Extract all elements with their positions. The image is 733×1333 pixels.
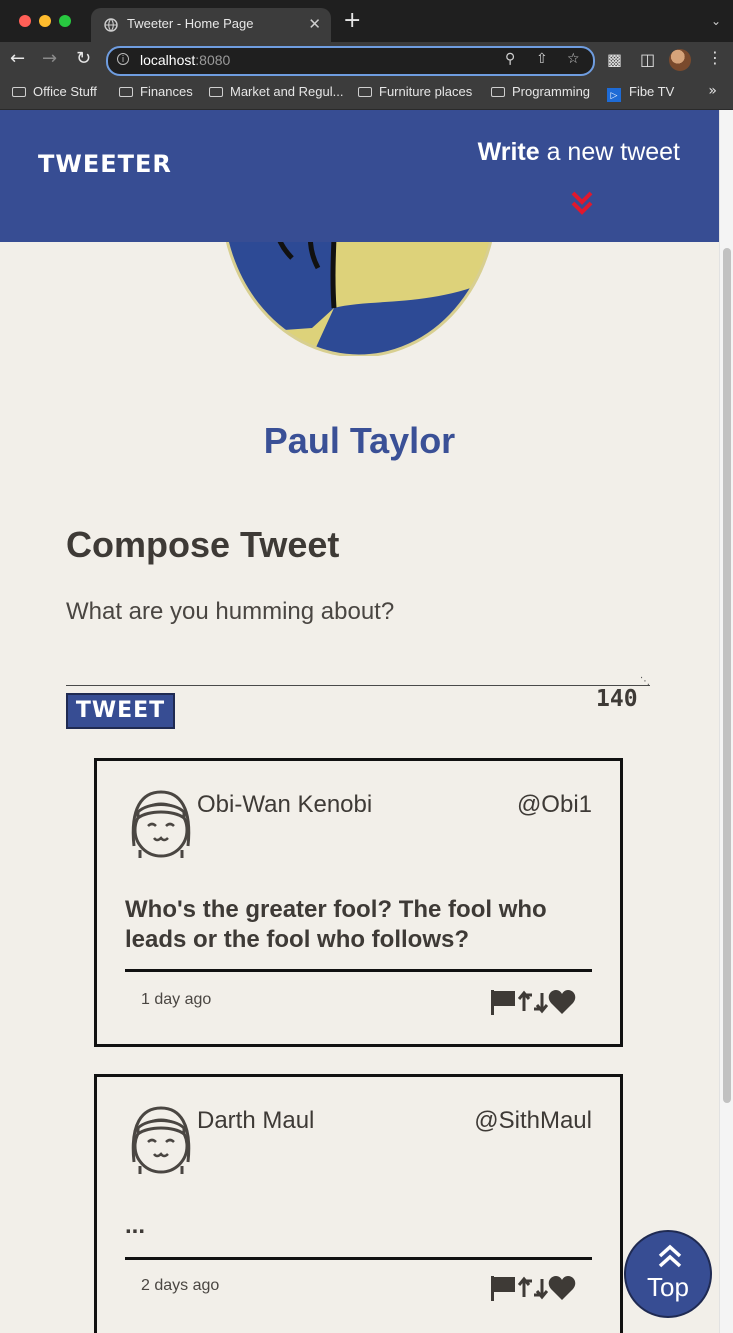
double-chevron-down-icon[interactable] — [571, 190, 593, 216]
tweet-content: ... — [125, 1212, 146, 1239]
browser-tab-active[interactable]: Tweeter - Home Page ✕ — [91, 8, 331, 42]
profile-avatar-chip[interactable] — [669, 49, 691, 71]
compose-title: Compose Tweet — [66, 524, 340, 565]
tweet-author-name: Darth Maul — [197, 1107, 315, 1134]
forward-arrow-icon[interactable]: → — [42, 48, 57, 70]
scroll-to-top-label: Top — [647, 1272, 689, 1302]
browser-toolbar: ← → ↻ i localhost:8080 ⚲ ⇧ ☆ ▩ ◫ ⋮ — [0, 42, 733, 78]
tweet-divider — [125, 1257, 592, 1260]
browser-menu-icon[interactable]: ⋮ — [707, 48, 723, 67]
address-bar[interactable]: i localhost:8080 ⚲ ⇧ ☆ — [106, 46, 595, 76]
retweet-icon[interactable] — [518, 1275, 548, 1301]
tab-close-icon[interactable]: ✕ — [308, 15, 321, 33]
more-bookmarks-icon[interactable]: » — [708, 83, 717, 99]
folder-icon — [209, 87, 223, 97]
tab-title: Tweeter - Home Page — [127, 16, 254, 31]
tweet-card: Darth Maul @SithMaul ... 2 days ago — [94, 1074, 623, 1333]
double-chevron-up-icon — [658, 1244, 682, 1268]
folder-icon — [358, 87, 372, 97]
bookmark-star-icon[interactable]: ☆ — [567, 51, 580, 67]
tweet-author-handle: @Obi1 — [516, 791, 592, 818]
user-avatar-icon — [131, 790, 191, 858]
side-panel-icon[interactable]: ◫ — [640, 50, 655, 69]
minimize-window-button[interactable] — [39, 15, 51, 27]
page-scrollbar[interactable] — [719, 110, 733, 1333]
tweet-timestamp: 2 days ago — [141, 1277, 220, 1294]
folder-icon — [119, 87, 133, 97]
site-header: TWEETER Write a new tweet — [0, 110, 719, 242]
write-new-tweet-link[interactable]: Write a new tweet — [478, 138, 680, 167]
maximize-window-button[interactable] — [59, 15, 71, 27]
tweet-author-name: Obi-Wan Kenobi — [197, 791, 373, 818]
tweet-author-handle: @SithMaul — [474, 1107, 592, 1134]
back-arrow-icon[interactable]: ← — [10, 48, 25, 70]
folder-icon — [491, 87, 505, 97]
folder-icon — [12, 87, 26, 97]
tweeter-logo[interactable]: TWEETER — [38, 150, 172, 178]
bookmarks-bar: Office Stuff Finances Market and Regul..… — [0, 78, 733, 110]
flag-icon[interactable] — [489, 1275, 517, 1301]
tweet-textarea[interactable] — [66, 598, 650, 686]
share-icon[interactable]: ⇧ — [536, 51, 548, 67]
flag-icon[interactable] — [489, 989, 517, 1015]
resize-grip-icon[interactable]: ⋱ — [640, 676, 650, 687]
url-text: localhost:8080 — [140, 52, 231, 68]
tab-search-chevron-icon[interactable]: ⌄ — [711, 14, 721, 28]
extensions-puzzle-icon[interactable]: ▩ — [607, 50, 622, 69]
heart-icon[interactable] — [548, 989, 576, 1015]
scrollbar-thumb[interactable] — [723, 248, 731, 1103]
site-info-icon[interactable]: i — [117, 53, 129, 65]
page-viewport: TWEETER Write a new tweet Paul Taylor Co… — [0, 110, 719, 1333]
fibe-play-icon: ▷ — [607, 88, 621, 102]
bookmark-fibe-tv[interactable]: ▷ Fibe TV — [607, 84, 674, 102]
tweet-card: Obi-Wan Kenobi @Obi1 Who's the greater f… — [94, 758, 623, 1047]
tweet-divider — [125, 969, 592, 972]
bookmark-market-and-regul[interactable]: Market and Regul... — [209, 84, 343, 99]
bookmark-programming[interactable]: Programming — [491, 84, 590, 99]
reload-icon[interactable]: ↻ — [76, 48, 91, 70]
close-window-button[interactable] — [19, 15, 31, 27]
tweet-timestamp: 1 day ago — [141, 991, 212, 1008]
globe-icon — [104, 18, 118, 32]
user-avatar-icon — [131, 1106, 191, 1174]
tweet-actions — [489, 1275, 579, 1301]
zoom-icon[interactable]: ⚲ — [505, 51, 515, 67]
bookmark-office-stuff[interactable]: Office Stuff — [12, 84, 97, 99]
tweet-actions — [489, 989, 579, 1015]
character-counter: 140 — [596, 686, 638, 712]
new-tab-button[interactable]: + — [343, 10, 361, 32]
retweet-icon[interactable] — [518, 989, 548, 1015]
profile-name: Paul Taylor — [263, 420, 456, 461]
bookmark-furniture-places[interactable]: Furniture places — [358, 84, 472, 99]
browser-tab-strip: Tweeter - Home Page ✕ + ⌄ — [0, 0, 733, 42]
bookmark-finances[interactable]: Finances — [119, 84, 193, 99]
scroll-to-top-button[interactable]: Top — [624, 1230, 712, 1318]
tweet-submit-button[interactable]: TWEET — [66, 693, 175, 729]
heart-icon[interactable] — [548, 1275, 576, 1301]
tweet-content: Who's the greater fool? The fool who lea… — [125, 896, 547, 953]
